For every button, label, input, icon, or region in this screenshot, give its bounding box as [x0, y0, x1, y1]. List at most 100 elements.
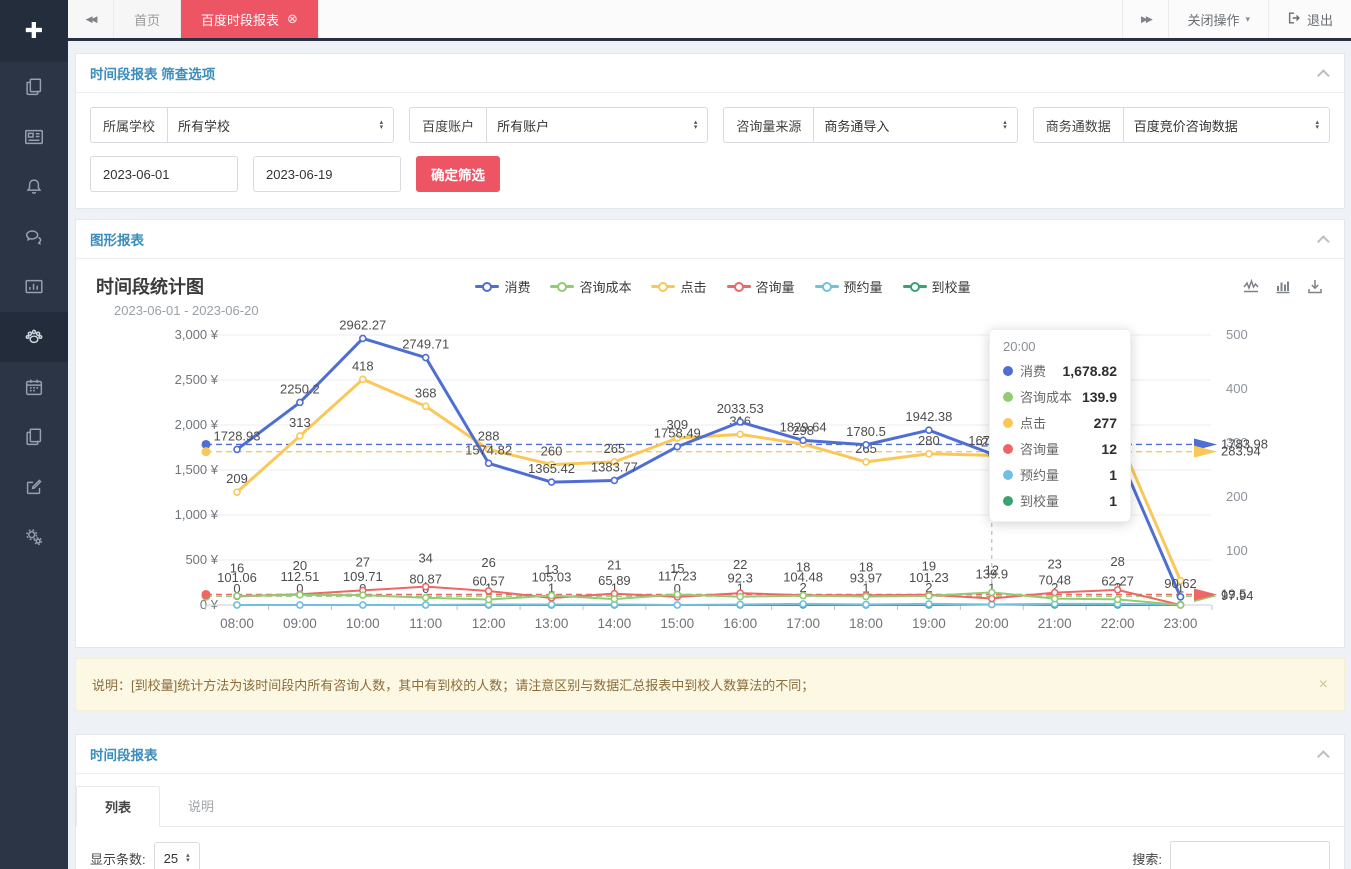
- legend-marker-icon: [550, 281, 574, 292]
- sidebar-item-baidu-active[interactable]: [0, 312, 68, 362]
- close-operations-dropdown[interactable]: 关闭操作 ▾: [1168, 0, 1268, 38]
- svg-text:100: 100: [1226, 543, 1248, 558]
- chevron-down-icon: ▾: [1245, 14, 1250, 25]
- confirm-filter-button[interactable]: 确定筛选: [416, 156, 500, 192]
- collapse-chevron-icon[interactable]: [1317, 69, 1330, 82]
- collapse-chevron-icon[interactable]: [1317, 235, 1330, 248]
- svg-text:23:00: 23:00: [1164, 616, 1198, 631]
- legend-item-clicks[interactable]: 点击: [651, 277, 706, 296]
- tooltip-series-name: 点击: [1020, 413, 1046, 432]
- edit-icon: [23, 476, 45, 498]
- legend-item-inquiry-cost[interactable]: 咨询成本: [550, 277, 631, 296]
- sidebar-item-reports[interactable]: [0, 262, 68, 312]
- tooltip-row: 咨询量 12: [1003, 439, 1117, 458]
- legend-label: 点击: [680, 277, 706, 296]
- tab-list[interactable]: 列表: [76, 786, 160, 827]
- start-date-input[interactable]: 2023-06-01: [90, 156, 238, 192]
- svg-text:280: 280: [918, 433, 940, 448]
- bar-chart-icon[interactable]: [1274, 277, 1292, 295]
- swt-data-select[interactable]: 百度竞价咨询数据 ▴▾: [1123, 107, 1330, 143]
- sidebar-item-news[interactable]: [0, 112, 68, 162]
- svg-text:70.48: 70.48: [1038, 573, 1071, 588]
- svg-text:92.3: 92.3: [728, 571, 753, 586]
- legend-marker-icon: [727, 281, 751, 292]
- sidebar-item-messages[interactable]: [0, 212, 68, 262]
- svg-text:1383.77: 1383.77: [591, 459, 638, 474]
- timeseries-chart[interactable]: 0 ¥500 ¥1,000 ¥1,500 ¥2,000 ¥2,500 ¥3,00…: [96, 301, 1326, 641]
- tab-close-icon[interactable]: ⊗: [287, 11, 298, 27]
- svg-text:112.51: 112.51: [281, 569, 320, 584]
- svg-text:28: 28: [1110, 554, 1124, 569]
- svg-text:1728.93: 1728.93: [214, 428, 261, 443]
- school-select[interactable]: 所有学校 ▴▾: [167, 107, 394, 143]
- svg-text:1,500 ¥: 1,500 ¥: [175, 462, 219, 477]
- plus-icon: ✚: [25, 18, 43, 44]
- chart-tooltip: 20:00 消费 1,678.82 咨询成本 139.9 点击: [989, 329, 1131, 522]
- bell-icon: [23, 176, 45, 198]
- tooltip-series-name: 预约量: [1020, 465, 1059, 484]
- sidebar-item-calendar[interactable]: [0, 362, 68, 412]
- svg-text:26: 26: [481, 555, 495, 570]
- tabs-scroll-right-button[interactable]: ▶▶: [1122, 0, 1168, 38]
- sidebar-item-edit[interactable]: [0, 462, 68, 512]
- tab-baidu-report[interactable]: 百度时段报表 ⊗: [181, 0, 319, 38]
- svg-text:400: 400: [1226, 381, 1248, 396]
- svg-text:265: 265: [604, 441, 626, 456]
- sidebar-item-copy[interactable]: [0, 62, 68, 112]
- baidu-account-filter-label: 百度账户: [409, 107, 486, 143]
- download-icon[interactable]: [1306, 277, 1324, 295]
- series-dot-icon: [1003, 444, 1013, 454]
- svg-text:200: 200: [1226, 489, 1248, 504]
- tab-description[interactable]: 说明: [160, 786, 242, 826]
- series-dot-icon: [1003, 470, 1013, 480]
- svg-text:104.48: 104.48: [783, 570, 823, 585]
- svg-text:21:00: 21:00: [1038, 616, 1072, 631]
- svg-text:101.23: 101.23: [909, 570, 949, 585]
- search-input[interactable]: [1170, 841, 1330, 869]
- svg-text:1780.5: 1780.5: [846, 424, 886, 439]
- svg-text:500: 500: [1226, 327, 1248, 342]
- tooltip-series-value: 1: [1109, 493, 1117, 509]
- chart-area: 2023-06-01 - 2023-06-20 0 ¥500 ¥1,000 ¥1…: [76, 301, 1344, 647]
- sidebar-item-notifications[interactable]: [0, 162, 68, 212]
- svg-text:500 ¥: 500 ¥: [185, 552, 218, 567]
- svg-text:260: 260: [541, 444, 563, 459]
- svg-text:418: 418: [352, 358, 374, 373]
- legend-item-reservations[interactable]: 预约量: [815, 277, 883, 296]
- legend-item-inquiries[interactable]: 咨询量: [727, 277, 795, 296]
- filter-panel: 时间段报表 筛查选项 所属学校 所有学校 ▴▾ 百度账户: [75, 53, 1345, 209]
- collapse-chevron-icon[interactable]: [1317, 750, 1330, 763]
- svg-text:3,000 ¥: 3,000 ¥: [175, 327, 219, 342]
- swt-data-filter-label: 商务通数据: [1033, 107, 1123, 143]
- svg-text:22:00: 22:00: [1101, 616, 1135, 631]
- sidebar-item-documents[interactable]: [0, 412, 68, 462]
- line-chart-icon[interactable]: [1242, 277, 1260, 295]
- svg-text:12:00: 12:00: [472, 616, 506, 631]
- sidebar-item-settings[interactable]: [0, 512, 68, 562]
- legend-item-arrivals[interactable]: 到校量: [903, 277, 971, 296]
- tab-baidu-report-label: 百度时段报表: [201, 10, 279, 29]
- select-caret-icon: ▴▾: [186, 853, 190, 863]
- svg-text:368: 368: [415, 385, 437, 400]
- alert-close-icon[interactable]: ×: [1305, 676, 1328, 694]
- select-caret-icon: ▴▾: [380, 120, 384, 130]
- logout-icon: [1287, 11, 1301, 28]
- baidu-account-select[interactable]: 所有账户 ▴▾: [486, 107, 708, 143]
- tooltip-row: 到校量 1: [1003, 491, 1117, 510]
- gears-icon: [23, 526, 45, 548]
- chart-subtitle: 2023-06-01 - 2023-06-20: [114, 303, 259, 318]
- inquiry-source-select-value: 商务通导入: [824, 116, 889, 135]
- inquiry-source-select[interactable]: 商务通导入 ▴▾: [813, 107, 1017, 143]
- table-panel: 时间段报表 列表 说明 显示条数: 25 ▴▾: [75, 734, 1345, 869]
- table-tabs: 列表 说明: [76, 774, 1344, 827]
- page-size-select[interactable]: 25 ▴▾: [154, 842, 200, 869]
- sidebar-logo[interactable]: ✚: [0, 0, 68, 62]
- logout-button[interactable]: 退出: [1268, 0, 1351, 38]
- tabs-scroll-left-button[interactable]: ◀◀: [68, 0, 114, 38]
- legend-label: 到校量: [932, 277, 971, 296]
- logout-label: 退出: [1307, 10, 1333, 29]
- end-date-input[interactable]: 2023-06-19: [253, 156, 401, 192]
- tab-home[interactable]: 首页: [114, 0, 181, 38]
- chart-toolbox: [1242, 277, 1324, 295]
- legend-item-consume[interactable]: 消费: [475, 277, 530, 296]
